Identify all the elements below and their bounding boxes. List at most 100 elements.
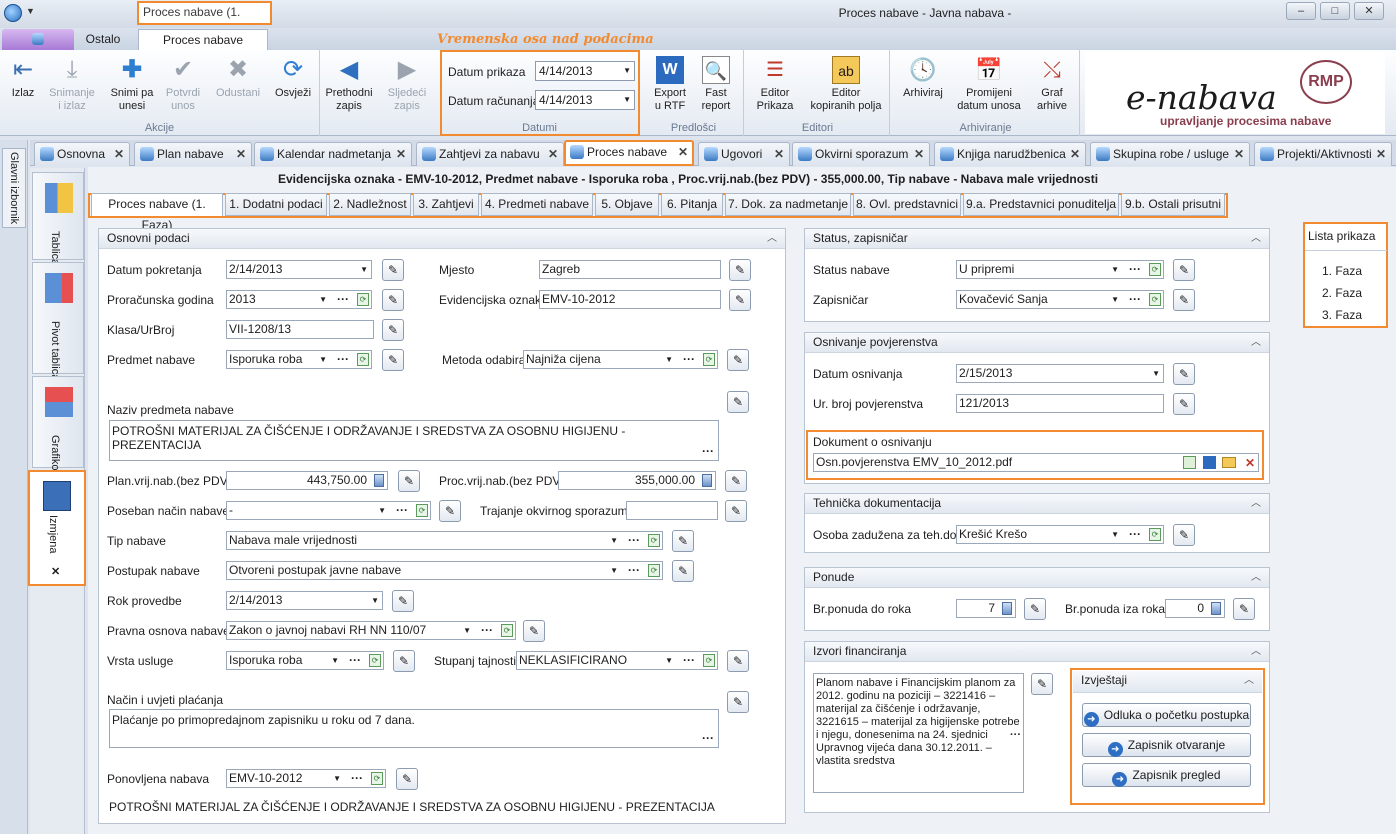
ur-broj-input[interactable]: 121/2013 <box>956 394 1164 413</box>
calculator-icon[interactable] <box>702 474 712 487</box>
tab-grafikon[interactable]: Grafikon <box>32 376 84 477</box>
collapse-icon[interactable]: ︿ <box>1251 229 1261 248</box>
add-file-icon[interactable] <box>1183 456 1196 469</box>
refresh-icon[interactable]: ⟳ <box>648 534 660 547</box>
refresh-icon[interactable]: ⟳ <box>357 293 369 306</box>
close-tab-icon[interactable]: ✕ <box>1234 143 1244 165</box>
postupak-nabave-select[interactable]: Otvoreni postupak javne nabave ··· ▼ ⟳ <box>226 561 663 580</box>
edit-button[interactable]: ✎ <box>727 391 749 413</box>
refresh-icon[interactable]: ⟳ <box>371 772 383 785</box>
folder-icon[interactable] <box>1222 457 1236 468</box>
tab-pivot-tablica[interactable]: Pivot tablica <box>32 262 84 380</box>
edit-button[interactable]: ✎ <box>729 259 751 281</box>
subtab-ovl-predstavnici[interactable]: 8. Ovl. predstavnici <box>853 193 961 216</box>
close-tab-icon[interactable]: ✕ <box>548 143 558 165</box>
zapisnik-otvaranje-button[interactable]: ➜ Zapisnik otvaranje <box>1082 733 1251 757</box>
proracunska-godina-select[interactable]: 2013 ··· ▼ ⟳ <box>226 290 372 309</box>
calculator-icon[interactable] <box>1211 602 1221 615</box>
izlaz-button[interactable]: ⇤ Izlaz <box>6 56 40 100</box>
ribbon-tab-ostalo[interactable]: Ostalo <box>78 29 128 50</box>
calculator-icon[interactable] <box>1002 602 1012 615</box>
edit-button[interactable]: ✎ <box>439 500 461 522</box>
edit-button[interactable]: ✎ <box>392 590 414 612</box>
refresh-icon[interactable]: ⟳ <box>357 353 369 366</box>
vrsta-usluge-select[interactable]: Isporuka roba ··· ▼ ⟳ <box>226 651 384 670</box>
naziv-predmeta-textarea[interactable]: POTROŠNI MATERIJAL ZA ČIŠĆENJE I ODRŽAVA… <box>109 420 719 461</box>
edit-button[interactable]: ✎ <box>382 259 404 281</box>
snimanje-button[interactable]: ⤓ Snimanje i izlaz <box>44 56 100 113</box>
osvjezi-button[interactable]: ⟳ Osvježi <box>268 56 318 100</box>
osoba-tehdok-select[interactable]: Krešić Krešo ··· ▼ ⟳ <box>956 525 1164 544</box>
subtab-proces-faza1[interactable]: Proces nabave (1. Faza) <box>91 193 223 232</box>
delete-icon[interactable]: ✕ <box>1245 455 1255 471</box>
potvrdi-button[interactable]: ✔ Potvrdi unos <box>160 56 206 113</box>
tip-nabave-select[interactable]: Nabava male vrijednosti ··· ▼ ⟳ <box>226 531 663 550</box>
mjesto-input[interactable]: Zagreb <box>539 260 721 279</box>
edit-button[interactable]: ✎ <box>393 650 415 672</box>
collapse-icon[interactable]: ︿ <box>767 229 777 248</box>
stupanj-tajnosti-select[interactable]: NEKLASIFICIRANO ··· ▼ ⟳ <box>516 651 718 670</box>
close-tab-icon[interactable]: ✕ <box>678 141 688 163</box>
refresh-icon[interactable]: ⟳ <box>501 624 513 637</box>
edit-button[interactable]: ✎ <box>727 349 749 371</box>
dokument-field[interactable]: Osn.povjerenstva EMV_10_2012.pdf ✕ <box>813 453 1259 472</box>
edit-button[interactable]: ✎ <box>523 620 545 642</box>
doc-tab-projekti[interactable]: Projekti/Aktivnosti ✕ <box>1254 142 1392 166</box>
collapse-icon[interactable]: ︿ <box>1251 333 1261 352</box>
close-tab-icon[interactable]: ✕ <box>236 143 246 165</box>
doc-tab-plan-nabave[interactable]: Plan nabave ✕ <box>134 142 252 166</box>
edit-button[interactable]: ✎ <box>727 691 749 713</box>
close-icon[interactable]: ✕ <box>51 565 60 578</box>
collapse-icon[interactable]: ︿ <box>1244 671 1254 690</box>
sljedeci-button[interactable]: ▶ Sljedeći zapis <box>380 56 434 113</box>
edit-button[interactable]: ✎ <box>1233 598 1255 620</box>
datum-prikaza-input[interactable]: 4/14/2013 ▼ <box>535 61 635 81</box>
edit-button[interactable]: ✎ <box>1173 289 1195 311</box>
edit-button[interactable]: ✎ <box>727 650 749 672</box>
doc-tab-kalendar[interactable]: Kalendar nadmetanja ✕ <box>254 142 412 166</box>
refresh-icon[interactable]: ⟳ <box>1149 528 1161 541</box>
collapse-icon[interactable]: ︿ <box>1251 568 1261 587</box>
subtab-objave[interactable]: 5. Objave <box>595 193 659 216</box>
doc-tab-ugovori[interactable]: Ugovori ✕ <box>698 142 790 166</box>
ribbon-tab-proces-nabave[interactable]: Proces nabave <box>138 29 268 50</box>
edit-button[interactable]: ✎ <box>672 530 694 552</box>
graf-arhive-button[interactable]: ⤯ Graf arhive <box>1030 56 1074 113</box>
edit-button[interactable]: ✎ <box>1024 598 1046 620</box>
close-window-button[interactable]: ✕ <box>1354 2 1384 20</box>
klasa-input[interactable]: VII-1208/13 <box>226 320 374 339</box>
calculator-icon[interactable] <box>374 474 384 487</box>
doc-tab-skupina[interactable]: Skupina robe / usluge ✕ <box>1090 142 1250 166</box>
prethodni-button[interactable]: ◀ Prethodni zapis <box>322 56 376 113</box>
edit-button[interactable]: ✎ <box>725 500 747 522</box>
edit-button[interactable]: ✎ <box>672 560 694 582</box>
subtab-predstavnici-ponuditelja[interactable]: 9.a. Predstavnici ponuditelja <box>963 193 1119 216</box>
subtab-pitanja[interactable]: 6. Pitanja <box>661 193 723 216</box>
refresh-icon[interactable]: ⟳ <box>1149 293 1161 306</box>
doc-tab-proces-nabave[interactable]: Proces nabave ✕ <box>564 140 694 166</box>
lista-item-faza1[interactable]: 1. Faza <box>1322 264 1362 278</box>
lista-item-faza2[interactable]: 2. Faza <box>1322 286 1362 300</box>
collapse-icon[interactable]: ︿ <box>1251 642 1261 661</box>
refresh-icon[interactable]: ⟳ <box>648 564 660 577</box>
maximize-button[interactable]: □ <box>1320 2 1350 20</box>
subtab-predmeti[interactable]: 4. Predmeti nabave <box>481 193 593 216</box>
refresh-icon[interactable]: ⟳ <box>703 353 715 366</box>
edit-button[interactable]: ✎ <box>725 470 747 492</box>
snimi-unesi-button[interactable]: ✚ Snimi pa unesi <box>104 56 160 113</box>
refresh-icon[interactable]: ⟳ <box>369 654 381 667</box>
edit-button[interactable]: ✎ <box>398 470 420 492</box>
close-tab-icon[interactable]: ✕ <box>396 143 406 165</box>
odluka-button[interactable]: ➜ Odluka o početku postupka <box>1082 703 1251 727</box>
arhiviraj-button[interactable]: 🕓 Arhiviraj <box>898 56 948 100</box>
zapisnicar-select[interactable]: Kovačević Sanja ··· ▼ ⟳ <box>956 290 1164 309</box>
edit-button[interactable]: ✎ <box>1173 393 1195 415</box>
glavni-izbornik-tab[interactable]: Glavni izbornik <box>2 148 26 228</box>
refresh-icon[interactable]: ⟳ <box>1149 263 1161 276</box>
subtab-dok-nadmetanje[interactable]: 7. Dok. za nadmetanje <box>725 193 851 216</box>
edit-button[interactable]: ✎ <box>729 289 751 311</box>
trajanje-sporazuma-input[interactable] <box>626 501 718 520</box>
splitter[interactable] <box>1290 222 1296 834</box>
edit-button[interactable]: ✎ <box>1173 524 1195 546</box>
refresh-icon[interactable]: ⟳ <box>416 504 428 517</box>
